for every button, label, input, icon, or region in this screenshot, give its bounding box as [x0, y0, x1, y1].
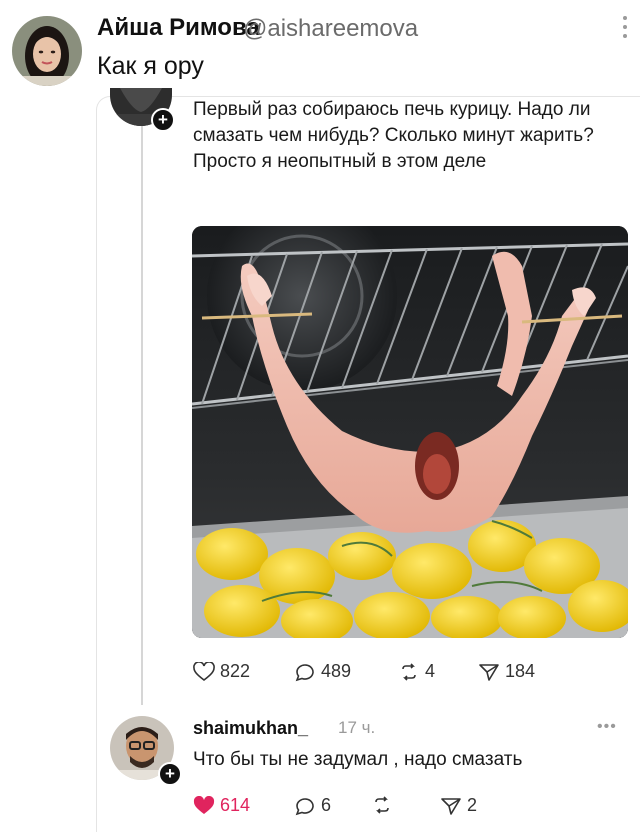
quoted-post-text: Первый раз собираюсь печь курицу. Надо л… — [193, 99, 594, 172]
comment-icon — [295, 663, 314, 681]
quoted-like[interactable]: 822 — [193, 661, 250, 682]
reply-comment-count: 6 — [321, 795, 332, 815]
reply-text: Что бы ты не задумал , надо смазать — [193, 749, 523, 770]
repost-icon — [402, 662, 416, 681]
reply-like[interactable]: 614 — [193, 795, 250, 816]
post-text: Как я ору — [97, 52, 204, 80]
reply-share[interactable]: 2 — [440, 795, 477, 816]
author-handle[interactable]: @aishareemova — [243, 15, 418, 43]
more-options-icon[interactable] — [622, 16, 628, 43]
reply-username[interactable]: shaimukhan_ — [193, 718, 308, 739]
follow-plus-icon[interactable]: + — [151, 108, 175, 132]
quoted-comment[interactable]: 489 — [294, 661, 351, 682]
reply-repost[interactable] — [371, 795, 398, 815]
share-icon — [479, 663, 499, 681]
author-name[interactable]: Айша Римова — [97, 14, 260, 42]
quoted-share[interactable]: 184 — [478, 661, 535, 682]
reply-like-count: 614 — [220, 795, 251, 815]
more-options-icon[interactable]: ••• — [597, 718, 617, 736]
follow-plus-icon[interactable]: + — [158, 762, 182, 786]
repost-icon — [375, 796, 389, 814]
heart-filled-icon — [193, 795, 215, 814]
quoted-comment-count: 489 — [321, 661, 352, 681]
author-avatar[interactable] — [12, 16, 82, 86]
quoted-repost[interactable]: 4 — [398, 661, 435, 682]
quoted-like-count: 822 — [220, 661, 251, 681]
reply-time: 17 ч. — [338, 718, 376, 737]
reply-comment[interactable]: 6 — [294, 795, 331, 816]
heart-icon — [193, 661, 215, 681]
quoted-share-count: 184 — [505, 661, 536, 681]
post-image[interactable] — [192, 226, 628, 638]
comment-icon — [295, 797, 314, 815]
quoted-repost-count: 4 — [425, 661, 436, 681]
share-icon — [441, 797, 461, 815]
reply-share-count: 2 — [467, 795, 478, 815]
thread-line — [141, 125, 143, 705]
